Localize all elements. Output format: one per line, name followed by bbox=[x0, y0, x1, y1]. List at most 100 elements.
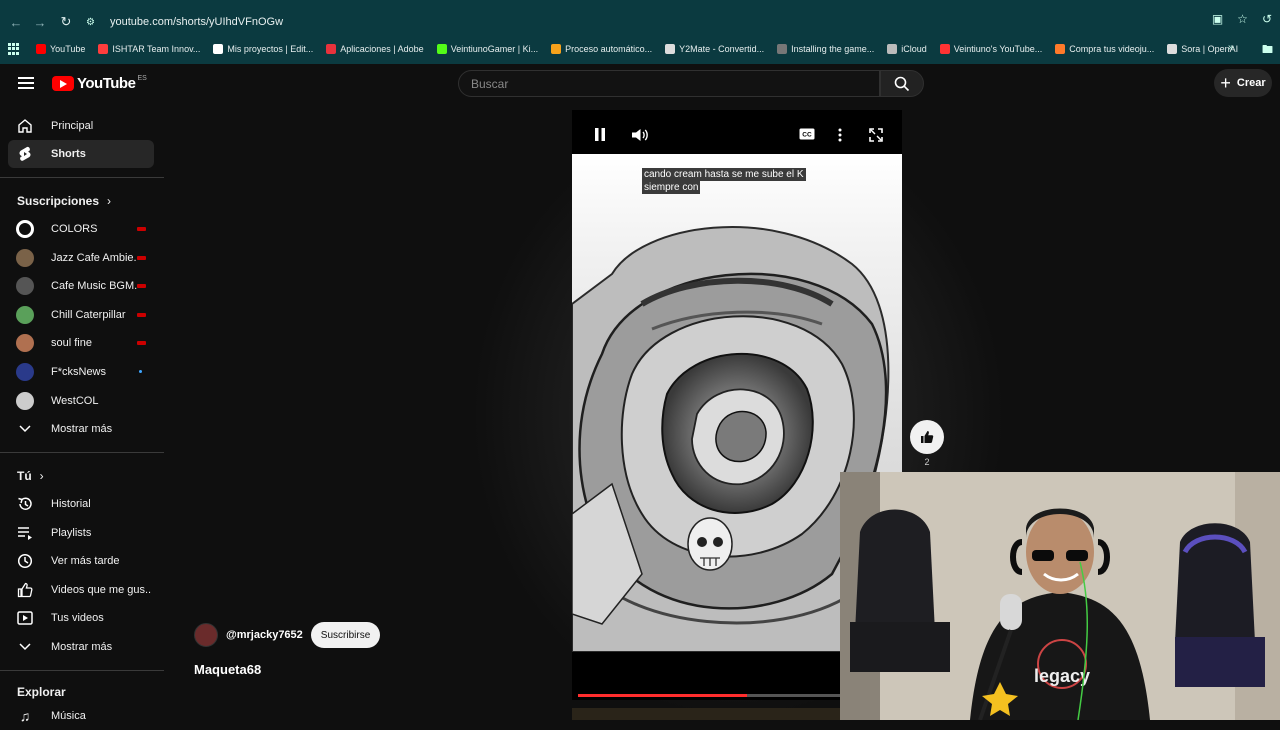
sidebar-item-label: Historial bbox=[51, 498, 91, 510]
streamer-webcam: legacy bbox=[840, 472, 1280, 720]
sidebar-item-label: Ver más tarde bbox=[51, 555, 120, 568]
sidebar-item-clock[interactable]: Ver más tarde bbox=[8, 547, 154, 575]
explore-heading-label: Explorar bbox=[17, 685, 66, 699]
sidebar-item-label: Chill Caterpillar bbox=[51, 308, 126, 321]
sidebar-item-label: Cafe Music BGM... bbox=[51, 280, 137, 293]
sidebar-subscription-item[interactable]: F*cksNews bbox=[8, 358, 154, 386]
reload-icon[interactable]: ↻ bbox=[54, 10, 78, 34]
sidebar-divider bbox=[0, 452, 164, 453]
bookmark-label: Compra tus videoju... bbox=[1069, 44, 1155, 54]
sidebar-divider bbox=[0, 177, 164, 178]
bookmark-item[interactable]: Y2Mate - Convertid... bbox=[665, 44, 764, 54]
plus-icon: + bbox=[1220, 73, 1231, 93]
sidebar-item-playlists[interactable]: Playlists bbox=[8, 519, 154, 547]
bookmark-favicon-icon bbox=[36, 44, 46, 54]
bookmark-label: Installing the game... bbox=[791, 44, 875, 54]
sidebar-subscription-item[interactable]: Jazz Cafe Ambie... bbox=[8, 244, 154, 272]
subscriptions-heading[interactable]: Suscripciones › bbox=[17, 194, 111, 208]
create-button[interactable]: + Crear bbox=[1214, 69, 1272, 97]
sidebar-item-label: Tus videos bbox=[51, 612, 104, 625]
site-settings-icon[interactable]: ⚙ bbox=[86, 17, 104, 28]
bookmark-item[interactable]: VeintiunoGamer | Ki... bbox=[436, 44, 538, 54]
chevron-down-icon bbox=[16, 638, 34, 656]
sidebar-item-principal[interactable]: Principal bbox=[8, 112, 154, 140]
apps-icon[interactable] bbox=[8, 43, 20, 55]
youtube-logo[interactable]: YouTube ES bbox=[52, 75, 147, 92]
pause-icon[interactable] bbox=[594, 128, 606, 144]
sidebar-item-shorts[interactable]: Shorts bbox=[8, 140, 154, 168]
search-button[interactable] bbox=[880, 70, 924, 97]
bookmark-item[interactable]: Installing the game... bbox=[777, 44, 874, 54]
more-options-icon[interactable] bbox=[838, 128, 842, 145]
forward-icon[interactable]: → bbox=[28, 10, 52, 34]
explore-heading: Explorar bbox=[17, 685, 66, 699]
bookmark-item[interactable]: Proceso automático... bbox=[551, 44, 652, 54]
sidebar-item-history[interactable]: Historial bbox=[8, 490, 154, 518]
sidebar-item-label: COLORS bbox=[51, 223, 98, 235]
bookmark-favicon-icon bbox=[213, 44, 224, 54]
menu-icon[interactable] bbox=[18, 77, 34, 89]
bookmark-label: iCloud bbox=[901, 44, 927, 54]
playlists-icon bbox=[16, 524, 34, 542]
bookmark-item[interactable]: Aplicaciones | Adobe bbox=[326, 44, 424, 54]
caption-line-1: cando cream hasta se me sube el K bbox=[642, 168, 806, 181]
clock-icon bbox=[16, 552, 34, 570]
bookmark-star-icon[interactable]: ☆ bbox=[1237, 12, 1248, 26]
webcam-overlay: legacy bbox=[840, 472, 1280, 720]
show-more-subscriptions[interactable]: Mostrar más bbox=[8, 415, 154, 443]
new-content-dot bbox=[139, 370, 142, 373]
sidebar-item-musica[interactable]: ♫ Música bbox=[8, 702, 154, 730]
search-placeholder: Buscar bbox=[471, 76, 509, 91]
chevron-right-icon: › bbox=[107, 194, 112, 208]
show-more-you[interactable]: Mostrar más bbox=[8, 633, 154, 661]
channel-avatar[interactable] bbox=[194, 623, 218, 647]
browser-chrome: ← → ↻ ⚙ youtube.com/shorts/yUIhdVFnOGw ▣… bbox=[0, 0, 1280, 64]
thumbs-up-icon bbox=[16, 581, 34, 599]
extensions-icon[interactable]: ↺ bbox=[1262, 12, 1272, 26]
video-title: Maqueta68 bbox=[194, 662, 262, 677]
search-input[interactable]: Buscar bbox=[458, 70, 880, 97]
sidebar-item-thumbs-up[interactable]: Videos que me gus... bbox=[8, 576, 154, 604]
channel-handle[interactable]: @mrjacky7652 bbox=[226, 629, 303, 641]
sidebar-item-video[interactable]: Tus videos bbox=[8, 604, 154, 632]
back-icon[interactable]: ← bbox=[4, 10, 28, 34]
bookmark-favicon-icon bbox=[98, 44, 109, 54]
bookmark-item[interactable]: Mis proyectos | Edit... bbox=[213, 44, 313, 54]
channel-avatar bbox=[16, 277, 34, 296]
more-bookmarks-icon[interactable]: » bbox=[1228, 42, 1234, 53]
search-icon bbox=[894, 76, 910, 91]
sidebar-item-label: Principal bbox=[51, 120, 94, 132]
bookmark-item[interactable]: YouTube bbox=[36, 44, 85, 54]
captions-icon[interactable]: CC bbox=[799, 128, 815, 143]
sidebar-subscription-item[interactable]: soul fine bbox=[8, 329, 154, 357]
bookmark-favicon-icon bbox=[551, 44, 562, 54]
folder-icon[interactable]: 🖿 bbox=[1262, 41, 1273, 60]
sidebar-subscription-item[interactable]: Cafe Music BGM... bbox=[8, 272, 154, 300]
channel-avatar bbox=[16, 334, 34, 353]
sidebar-subscription-item[interactable]: COLORS bbox=[8, 215, 154, 243]
address-bar[interactable]: ⚙ youtube.com/shorts/yUIhdVFnOGw bbox=[86, 10, 1246, 34]
like-button[interactable] bbox=[910, 420, 944, 454]
thumbs-up-icon bbox=[921, 431, 934, 443]
channel-row: @mrjacky7652 Suscribirse bbox=[194, 622, 381, 648]
bookmark-item[interactable]: iCloud bbox=[887, 44, 927, 54]
bookmark-label: Veintiuno's YouTube... bbox=[953, 44, 1043, 54]
bookmark-item[interactable]: Veintiuno's YouTube... bbox=[939, 44, 1043, 54]
install-icon[interactable]: ▣ bbox=[1212, 12, 1223, 26]
live-indicator-icon bbox=[137, 341, 146, 346]
you-heading[interactable]: Tú › bbox=[17, 469, 44, 483]
sidebar: Principal Shorts Suscripciones › COLORS J… bbox=[0, 104, 164, 724]
svg-text:legacy: legacy bbox=[1034, 666, 1090, 686]
volume-icon[interactable] bbox=[631, 128, 649, 145]
fullscreen-icon[interactable] bbox=[869, 128, 883, 145]
bookmark-item[interactable]: Compra tus videoju... bbox=[1055, 44, 1154, 54]
sidebar-subscription-item[interactable]: WestCOL bbox=[8, 387, 154, 415]
bookmark-item[interactable]: ISHTAR Team Innov... bbox=[98, 44, 200, 54]
sidebar-subscription-item[interactable]: Chill Caterpillar bbox=[8, 301, 154, 329]
bookmark-favicon-icon bbox=[436, 44, 447, 54]
logo-text: YouTube bbox=[77, 75, 136, 92]
sidebar-item-label: Videos que me gus... bbox=[51, 583, 151, 596]
bookmark-favicon-icon bbox=[326, 44, 337, 54]
shorts-icon bbox=[16, 145, 34, 163]
subscribe-button[interactable]: Suscribirse bbox=[310, 622, 381, 648]
